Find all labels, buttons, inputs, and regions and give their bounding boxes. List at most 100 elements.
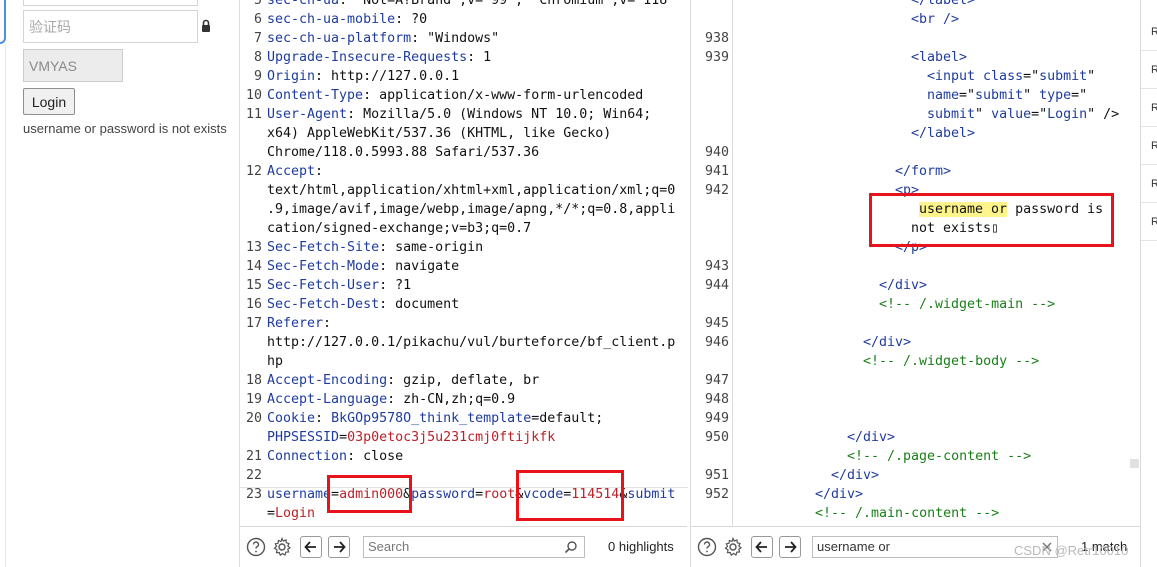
token: Accept-Language xyxy=(267,392,388,407)
password-field[interactable] xyxy=(23,0,198,6)
token: http://127.0.0.1/pikachu/vul/burteforce/… xyxy=(267,335,676,350)
token: : ?1 xyxy=(379,278,412,293)
request-line: 9 Origin: http://127.0.0.1 xyxy=(240,67,688,86)
token: </div> xyxy=(831,468,880,483)
settings-gear-icon[interactable] xyxy=(723,537,743,557)
line-number: 14 xyxy=(245,259,262,274)
login-status-message: username or password is not exists xyxy=(23,121,227,136)
captcha-image-text: VMYAS xyxy=(29,57,77,74)
token: type xyxy=(1039,88,1072,103)
request-line: 14 Sec-Fetch-Mode: navigate xyxy=(240,257,688,276)
request-line: 5 sec-ch-ua: "Not=A?Brand";v="99", "Chrom… xyxy=(240,0,688,10)
request-line: 6 sec-ch-ua-mobile: ?0 xyxy=(240,10,688,29)
side-panel-tab[interactable]: R xyxy=(1141,52,1157,89)
arrow-left-icon xyxy=(304,541,316,553)
captcha-input[interactable]: 验证码 xyxy=(23,10,198,43)
search-previous-button[interactable] xyxy=(300,536,322,558)
side-panel-tab[interactable]: R xyxy=(1141,128,1157,165)
side-panel-tab[interactable]: R xyxy=(1141,90,1157,127)
line-number: 941 xyxy=(704,164,729,179)
login-button[interactable]: Login xyxy=(23,88,75,115)
token: </label> xyxy=(911,126,976,141)
line-text: x64) AppleWebKit/537.36 (KHTML, like Gec… xyxy=(267,124,611,143)
token: : close xyxy=(347,449,404,464)
line-number: 946 xyxy=(704,335,729,350)
line-number: 18 xyxy=(245,373,262,388)
line-text: Sec-Fetch-Dest: document xyxy=(267,295,459,314)
request-text-area[interactable]: 5 sec-ch-ua: "Not=A?Brand";v="99", "Chrom… xyxy=(240,0,688,526)
token: " xyxy=(975,107,992,122)
vcode-annotation-box xyxy=(516,470,624,521)
token: : xyxy=(315,411,332,426)
response-line: name="submit" type=" xyxy=(927,86,1141,105)
line-number: 19 xyxy=(245,392,262,407)
help-icon[interactable] xyxy=(697,537,717,557)
token: : application/x-www-form-urlencoded xyxy=(363,88,644,103)
line-text: Sec-Fetch-Mode: navigate xyxy=(267,257,459,276)
token: : http://127.0.0.1 xyxy=(315,69,460,84)
response-line: </label> xyxy=(911,124,1141,143)
request-line: Chrome/118.0.5993.88 Safari/537.36 xyxy=(240,143,688,162)
token: </div> xyxy=(879,278,928,293)
token: Origin xyxy=(267,69,316,84)
token: hp xyxy=(267,354,284,369)
token: value xyxy=(991,107,1032,122)
captcha-image[interactable]: VMYAS xyxy=(23,49,123,82)
token: BkGOp9578O_think_template xyxy=(331,411,532,426)
line-text: Origin: http://127.0.0.1 xyxy=(267,67,459,86)
side-panel-tab[interactable]: R xyxy=(1141,14,1157,51)
line-text: Accept-Encoding: gzip, deflate, br xyxy=(267,371,539,390)
token: : same-origin xyxy=(379,240,484,255)
request-line: http://127.0.0.1/pikachu/vul/burteforce/… xyxy=(240,333,688,352)
lock-icon xyxy=(202,19,210,32)
line-text: Accept-Language: zh-CN,zh;q=0.9 xyxy=(267,390,515,409)
response-line: <!-- /.page-content --> xyxy=(847,447,1141,466)
response-text-area[interactable]: </label> <br /> 938 939 <label> <input class=… xyxy=(691,0,1141,526)
search-next-button[interactable] xyxy=(328,536,350,558)
line-text: Chrome/118.0.5993.88 Safari/537.36 xyxy=(267,143,539,162)
request-line: text/html,application/xhtml+xml,applicat… xyxy=(240,181,688,200)
token: =" xyxy=(959,88,976,103)
line-text: sec-ch-ua: "Not=A?Brand";v="99", "Chromi… xyxy=(267,0,675,10)
request-search-input[interactable]: Search xyxy=(363,536,585,558)
response-line: <!-- /.widget-main --> xyxy=(879,295,1141,314)
token: Connection xyxy=(267,449,348,464)
line-number: 945 xyxy=(704,316,729,331)
token: Chrome/118.0.5993.88 Safari/537.36 xyxy=(267,145,540,160)
token: <!-- /.page-content --> xyxy=(847,449,1032,464)
response-line: </form> xyxy=(895,162,1141,181)
captcha-placeholder: 验证码 xyxy=(29,18,71,35)
token: .9,image/avif,image/webp,image/apng,*/*;… xyxy=(267,202,676,217)
line-number: 943 xyxy=(704,259,729,274)
help-icon[interactable] xyxy=(246,537,266,557)
line-text: cation/signed-exchange;v=b3;q=0.7 xyxy=(267,219,531,238)
token: : Mozilla/5.0 (Windows NT 10.0; Win64; xyxy=(347,107,652,122)
line-text: PHPSESSID=03p0etoc3j5u231cmj0ftijkfk xyxy=(267,428,555,447)
request-line: .9,image/avif,image/webp,image/apng,*/*;… xyxy=(240,200,688,219)
token: <!-- /.widget-body --> xyxy=(863,354,1040,369)
username-annotation-box xyxy=(327,475,412,513)
token: : ?0 xyxy=(395,12,428,27)
line-text: User-Agent: Mozilla/5.0 (Windows NT 10.0… xyxy=(267,105,651,124)
settings-gear-icon[interactable] xyxy=(272,537,292,557)
token: : document xyxy=(379,297,460,312)
token: sec-ch-ua-mobile xyxy=(267,12,396,27)
highlight-count: 0 highlights xyxy=(608,539,674,554)
request-line: 16 Sec-Fetch-Dest: document xyxy=(240,295,688,314)
token: : zh-CN,zh;q=0.9 xyxy=(387,392,516,407)
scrollbar-thumb[interactable] xyxy=(1130,459,1139,468)
token: Login xyxy=(275,506,316,521)
request-line: 10 Content-Type: application/x-www-form-u… xyxy=(240,86,688,105)
token: <!-- /.widget-main --> xyxy=(879,297,1056,312)
side-panel-tab[interactable]: R xyxy=(1141,204,1157,241)
line-number: 16 xyxy=(245,297,262,312)
search-next-button[interactable] xyxy=(779,536,801,558)
token: =" xyxy=(1071,88,1088,103)
search-previous-button[interactable] xyxy=(751,536,773,558)
token: : "Not=A?Brand";v="99", "Chromium";v="11… xyxy=(339,0,676,8)
line-number: 939 xyxy=(704,50,729,65)
line-number: 6 xyxy=(253,12,262,27)
side-panel-tab[interactable]: R xyxy=(1141,166,1157,203)
line-number: 13 xyxy=(245,240,262,255)
token: <br /> xyxy=(911,12,960,27)
